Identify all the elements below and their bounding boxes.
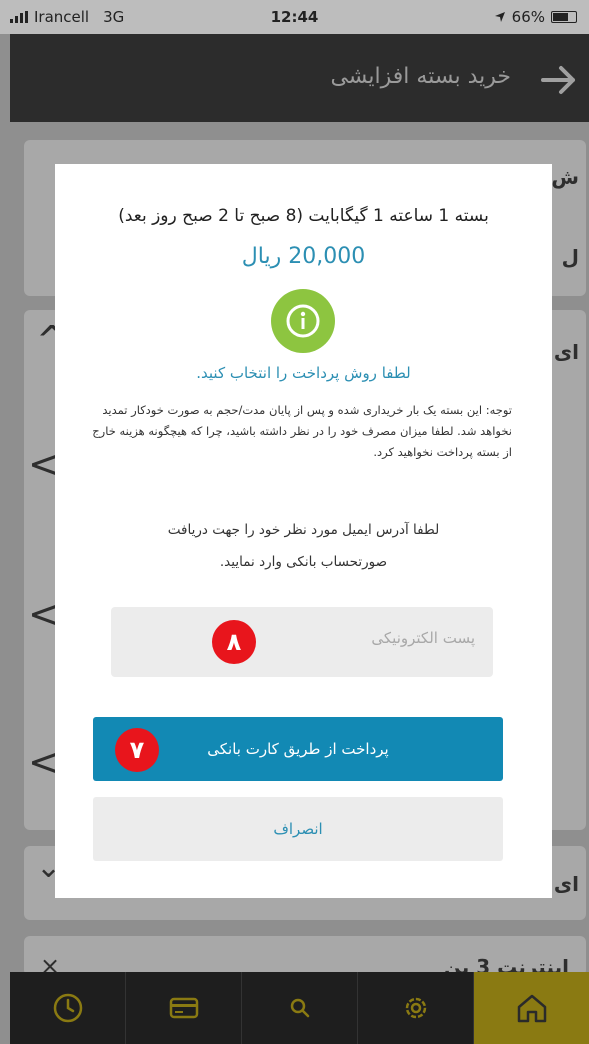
- tab-home[interactable]: [474, 972, 589, 1044]
- email-prompt: لطفا آدرس ایمیل مورد نظر خود را جهت دریا…: [115, 514, 492, 578]
- email-placeholder: پست الکترونیکی: [371, 629, 475, 647]
- status-right: 66%: [494, 8, 577, 26]
- annotation-badge-8: ۸: [212, 620, 256, 664]
- package-price: 20,000 ریال: [241, 244, 366, 269]
- payment-modal: بسته 1 ساعته 1 گیگابایت (8 صبح تا 2 صبح …: [55, 164, 552, 898]
- info-icon: [271, 289, 335, 353]
- package-title: بسته 1 ساعته 1 گیگابایت (8 صبح تا 2 صبح …: [118, 206, 489, 226]
- gear-icon: [405, 997, 426, 1019]
- cancel-button[interactable]: انصراف: [93, 797, 503, 861]
- background-row-label: ل: [561, 245, 579, 269]
- background-row-label: ای: [553, 340, 579, 364]
- package-note: توجه: این بسته یک بار خریداری شده و پس ا…: [92, 403, 512, 459]
- arrow-right-icon[interactable]: [539, 60, 579, 100]
- email-field[interactable]: پست الکترونیکی: [111, 607, 493, 677]
- status-bar: Irancell 3G 12:44 66%: [0, 0, 589, 34]
- card-icon: [169, 997, 198, 1019]
- page-title: خرید بسته افزایشی: [330, 64, 511, 89]
- location-icon: [494, 12, 505, 22]
- background-row-label: ش: [551, 165, 579, 189]
- tab-search[interactable]: [242, 972, 358, 1044]
- email-prompt-line: صورتحساب بانکی وارد نمایید.: [219, 554, 388, 570]
- app-header: خرید بسته افزایشی: [10, 34, 589, 122]
- bottom-nav: [10, 972, 589, 1044]
- battery-percent: 66%: [511, 8, 545, 26]
- clock-icon: [53, 993, 82, 1023]
- background-row-label: ای: [553, 872, 579, 896]
- tab-settings[interactable]: [358, 972, 474, 1044]
- tab-card[interactable]: [126, 972, 242, 1044]
- search-icon: [290, 998, 309, 1018]
- tab-clock[interactable]: [10, 972, 126, 1044]
- annotation-badge-7: ۷: [115, 728, 159, 772]
- payment-method-prompt: لطفا روش پرداخت را انتخاب کنید.: [196, 364, 411, 382]
- home-icon: [517, 994, 546, 1023]
- battery-icon: [551, 11, 577, 23]
- email-prompt-line: لطفا آدرس ایمیل مورد نظر خود را جهت دریا…: [167, 522, 440, 538]
